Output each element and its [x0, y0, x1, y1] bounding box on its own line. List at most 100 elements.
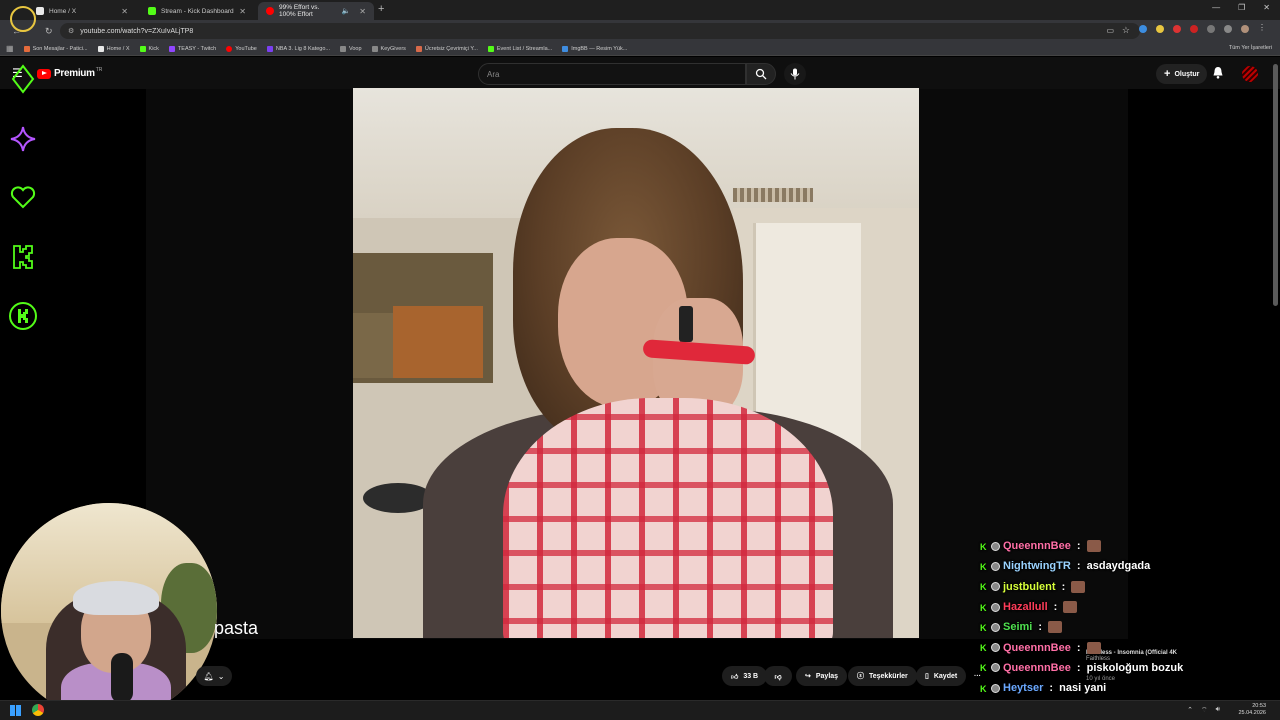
puzzle-icon[interactable]	[1207, 25, 1215, 33]
bookmark-item[interactable]: Ücretsiz Çevrimiçi Y...	[415, 45, 478, 52]
chevron-up-icon[interactable]: ⌃	[1187, 706, 1193, 715]
close-window-icon[interactable]: ✕	[1263, 3, 1270, 12]
bookmark-favicon	[415, 45, 422, 52]
sidebar-icon[interactable]	[1224, 25, 1232, 33]
youtube-logo[interactable]: Premium TR	[37, 66, 103, 79]
bookmark-item[interactable]: ImgBB — Resim Yük...	[562, 45, 627, 52]
extension-icon[interactable]	[1156, 25, 1164, 33]
url-text: youtube.com/watch?v=ZXuIvALjTP8	[80, 27, 194, 35]
bookmark-star-icon[interactable]: ☆	[1122, 25, 1130, 36]
close-icon[interactable]: ✕	[239, 7, 246, 16]
bookmark-item[interactable]: NBA 3. Lig 8 Katego...	[266, 45, 330, 52]
user-badge-icon	[991, 602, 1000, 612]
logo-text: Premium	[54, 68, 95, 79]
maximize-icon[interactable]: ❐	[1238, 3, 1245, 12]
chat-separator: :	[1073, 641, 1084, 654]
thanks-button[interactable]: ⓢ Teşekkürler	[848, 666, 917, 686]
site-info-icon[interactable]: ⚙	[68, 27, 74, 35]
user-badge-icon	[991, 643, 1000, 653]
minimize-icon[interactable]: —	[1212, 3, 1220, 12]
tab-home-x[interactable]: Home / X ✕	[28, 2, 136, 20]
extension-icon[interactable]	[1139, 25, 1147, 33]
page-scrollbar[interactable]	[1273, 64, 1278, 306]
window-controls: — ❐ ✕	[1212, 3, 1270, 12]
save-label: Kaydet	[933, 672, 958, 680]
chrome-icon[interactable]	[32, 704, 44, 716]
audio-icon[interactable]: 🔈	[342, 7, 351, 15]
x-icon	[36, 7, 44, 15]
chat-separator: :	[1046, 682, 1057, 695]
like-button[interactable]: 👍︎ 33 B	[722, 666, 768, 686]
account-avatar[interactable]	[1242, 66, 1258, 82]
like-count: 33 B	[743, 672, 759, 680]
bookmark-item[interactable]: KeyGivers	[371, 45, 406, 52]
volume-icon[interactable]: 🔊︎	[1216, 706, 1220, 715]
apps-grid-icon[interactable]: ▦	[6, 44, 14, 53]
profile-avatar[interactable]	[1241, 25, 1249, 33]
kick-icon: K	[980, 541, 987, 552]
tab-youtube-video[interactable]: 99% Effort vs. 100% Effort 🔈 ✕	[258, 2, 374, 20]
reload-icon[interactable]: ↻	[45, 26, 53, 37]
subscription-bell-button[interactable]: 🔔︎ ⌄	[196, 666, 232, 686]
bookmark-item[interactable]: TEASY - Twitch	[168, 45, 216, 52]
emote-icon	[1071, 580, 1086, 593]
notifications-bell-icon[interactable]	[1212, 66, 1224, 79]
search-input[interactable]: Ara	[478, 63, 746, 85]
logo-country: TR	[95, 66, 103, 73]
bookmark-item[interactable]: Home / X	[97, 45, 130, 52]
chat-username[interactable]: Hazallull	[1003, 601, 1048, 613]
neon-kick-circle-icon	[8, 301, 38, 331]
clock-date: 25.04.2026	[1238, 710, 1266, 716]
clock[interactable]: 20:53 25.04.2026	[1238, 703, 1266, 717]
tab-label: 99% Effort vs. 100% Effort	[279, 4, 320, 18]
bookmark-label: KeyGivers	[380, 45, 406, 52]
video-player[interactable]	[353, 88, 919, 638]
chat-message: K Hazallull :	[980, 597, 1200, 617]
voice-search-button[interactable]	[784, 63, 806, 85]
create-button[interactable]: + Oluştur	[1156, 64, 1208, 84]
emote-icon	[1063, 601, 1078, 614]
bookmark-item[interactable]: Event List / Streamla...	[487, 45, 552, 52]
webcam-hair	[73, 581, 159, 615]
chat-username[interactable]: justbulent	[1003, 581, 1056, 593]
extension-icon[interactable]	[1173, 25, 1181, 33]
chat-username[interactable]: QueennnBee	[1003, 642, 1071, 654]
chat-username[interactable]: QueennnBee	[1003, 662, 1071, 674]
cast-icon[interactable]: ▭	[1106, 26, 1114, 35]
chat-separator: :	[1073, 560, 1084, 573]
chat-username[interactable]: NightwingTR	[1003, 560, 1071, 572]
extensions-area: ⋮	[1139, 23, 1266, 33]
bookmark-label: NBA 3. Lig 8 Katego...	[275, 45, 330, 52]
search-button[interactable]	[746, 63, 776, 85]
url-field[interactable]: ⚙ youtube.com/watch?v=ZXuIvALjTP8 ▭ ☆	[60, 23, 1140, 39]
network-icon[interactable]: ⌔	[1201, 706, 1208, 715]
user-badge-icon	[991, 663, 1000, 673]
menu-dots-icon[interactable]: ⋮	[1258, 23, 1266, 33]
new-tab-button[interactable]: +	[378, 3, 384, 15]
chat-separator: :	[1035, 621, 1046, 634]
share-button[interactable]: ↪ Paylaş	[796, 666, 848, 686]
bookmark-favicon	[562, 45, 569, 52]
save-button[interactable]: ▯ Kaydet	[916, 666, 967, 686]
bookmarks-bar: ▦ Son Mesajlar - Patici... Home / X Kick…	[0, 42, 1280, 56]
dislike-button[interactable]: 👎︎	[764, 666, 792, 686]
bookmark-item[interactable]: Kick	[139, 45, 159, 52]
close-icon[interactable]: ✕	[359, 7, 366, 16]
bookmark-item[interactable]: Son Mesajlar - Patici...	[23, 45, 88, 52]
youtube-icon	[266, 7, 274, 15]
chat-username[interactable]: QueennnBee	[1003, 540, 1071, 552]
windows-start-icon[interactable]	[10, 705, 21, 716]
tab-label: Home / X	[49, 7, 77, 15]
address-bar: ← ↻ ⚙ youtube.com/watch?v=ZXuIvALjTP8 ▭ …	[0, 20, 1280, 42]
chat-username[interactable]: Heytser	[1003, 682, 1043, 694]
user-badge-icon	[991, 582, 1000, 592]
thumbs-up-icon: 👍︎	[731, 673, 739, 681]
close-icon[interactable]: ✕	[121, 7, 128, 16]
bookmark-item[interactable]: Voop	[339, 45, 362, 52]
tab-kick-dashboard[interactable]: Stream - Kick Dashboard ✕	[140, 2, 254, 20]
kick-chat-overlay: K QueennnBee : K NightwingTR : asdaydgada K…	[980, 536, 1200, 719]
extension-icon[interactable]	[1190, 25, 1198, 33]
all-bookmarks-link[interactable]: Tüm Yer İşaretleri	[1229, 45, 1272, 51]
chat-username[interactable]: Seimi	[1003, 621, 1032, 633]
bookmark-item[interactable]: YouTube	[226, 45, 257, 52]
